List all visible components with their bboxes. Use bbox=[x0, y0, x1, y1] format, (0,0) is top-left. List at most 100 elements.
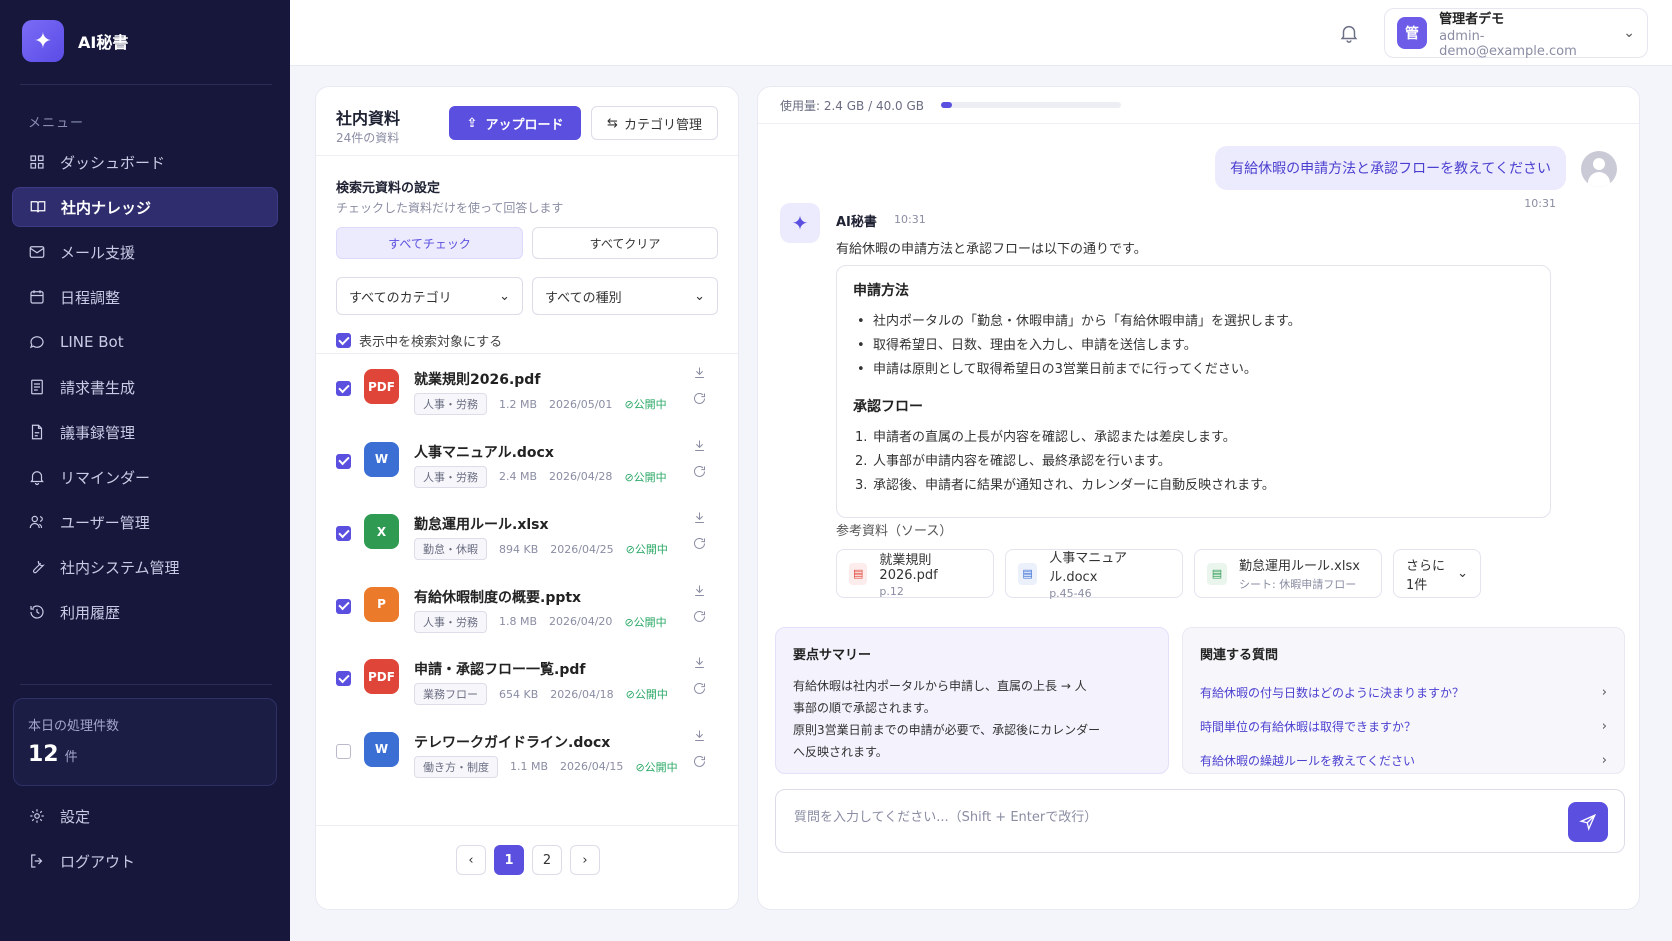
file-row[interactable]: PDF 就業規則2026.pdf 人事・労務 1.2 MB 2026/05/01 ⊘公開中 bbox=[316, 353, 738, 426]
refresh-icon[interactable] bbox=[692, 609, 708, 625]
sidebar-item-label: ダッシュボード bbox=[60, 153, 166, 172]
wrench-icon bbox=[28, 558, 46, 576]
file-row[interactable]: W テレワークガイドライン.docx 働き方・制度 1.1 MB 2026/04/15 ⊘… bbox=[316, 716, 738, 789]
show-as-search-target-checkbox[interactable] bbox=[336, 333, 351, 348]
sidebar-item-label: リマインダー bbox=[60, 468, 151, 487]
type-select[interactable]: すべての種別 ⌄ bbox=[532, 277, 718, 315]
sidebar: ✦ AI秘書 メニュー ダッシュボード 社内ナレッジ メール支援 日程調整 LINE B… bbox=[0, 0, 290, 941]
sidebar-item-1[interactable]: 社内ナレッジ bbox=[12, 187, 278, 227]
refresh-icon[interactable] bbox=[692, 391, 708, 407]
download-icon[interactable] bbox=[692, 655, 708, 671]
sidebar-bottom-item-0[interactable]: 設定 bbox=[12, 796, 278, 836]
upload-button[interactable]: ⇪ アップロード bbox=[449, 106, 581, 140]
sidebar-item-7[interactable]: リマインダー bbox=[12, 457, 278, 497]
file-size: 654 KB bbox=[499, 687, 539, 701]
sidebar-item-label: 利用履歴 bbox=[60, 603, 121, 622]
brand[interactable]: ✦ AI秘書 bbox=[22, 20, 128, 62]
sidebar-item-2[interactable]: メール支援 bbox=[12, 232, 278, 272]
list-item: 3. 承認後、申請者に結果が通知され、カレンダーに自動反映されます。 bbox=[853, 474, 1534, 498]
file-date: 2026/04/15 bbox=[560, 760, 624, 773]
file-checkbox[interactable] bbox=[336, 381, 351, 396]
clear-all-button[interactable]: すべてクリア bbox=[532, 227, 718, 259]
file-name: 勤怠運用ルール.xlsx bbox=[414, 517, 549, 533]
sidebar-item-0[interactable]: ダッシュボード bbox=[12, 142, 278, 182]
section-title-apply: 申請方法 bbox=[853, 283, 909, 299]
send-button[interactable] bbox=[1568, 802, 1608, 842]
sidebar-item-3[interactable]: 日程調整 bbox=[12, 277, 278, 317]
sliders-icon: ⇆ bbox=[607, 115, 618, 131]
prev-page-button[interactable]: ‹ bbox=[456, 845, 486, 875]
bell-icon[interactable] bbox=[1338, 22, 1362, 46]
refresh-icon[interactable] bbox=[692, 754, 708, 770]
sidebar-item-6[interactable]: 議事録管理 bbox=[12, 412, 278, 452]
next-page-button[interactable]: › bbox=[570, 845, 600, 875]
summary-line: へ反映されます。 bbox=[793, 745, 888, 759]
chat-panel: 使用量: 2.4 GB / 40.0 GB 有給休暇の申請方法と承認フローを教え… bbox=[757, 86, 1640, 910]
more-references-button[interactable]: さらに1件 ⌄ bbox=[1393, 549, 1481, 598]
file-row[interactable]: W 人事マニュアル.docx 人事・労務 2.4 MB 2026/04/28 ⊘公開中 bbox=[316, 426, 738, 499]
reference-card[interactable]: ▤ 就業規則2026.pdf p.12 bbox=[836, 549, 994, 598]
related-question[interactable]: 有給休暇の繰越ルールを教えてください › bbox=[1200, 743, 1607, 777]
summary-box: 要点サマリー 有給休暇は社内ポータルから申請し、直属の上長 → 人事部の順で承認… bbox=[775, 627, 1169, 774]
file-row[interactable]: X 勤怠運用ルール.xlsx 勤怠・休暇 894 KB 2026/04/25 ⊘公開中 bbox=[316, 498, 738, 571]
invoice-icon bbox=[28, 378, 46, 396]
file-list: PDF 就業規則2026.pdf 人事・労務 1.2 MB 2026/05/01 ⊘公開中… bbox=[316, 353, 738, 789]
sidebar-item-5[interactable]: 請求書生成 bbox=[12, 367, 278, 407]
download-icon[interactable] bbox=[692, 365, 708, 381]
download-icon[interactable] bbox=[692, 510, 708, 526]
download-icon[interactable] bbox=[692, 728, 708, 744]
page-button-2[interactable]: 2 bbox=[532, 845, 562, 875]
sidebar-item-label: 日程調整 bbox=[60, 288, 121, 307]
show-as-search-target[interactable]: 表示中を検索対象にする bbox=[336, 331, 502, 350]
daily-count-card: 本日の処理件数 12 件 bbox=[13, 698, 277, 786]
file-checkbox[interactable] bbox=[336, 671, 351, 686]
refresh-icon[interactable] bbox=[692, 536, 708, 552]
user-message: 有給休暇の申請方法と承認フローを教えてください bbox=[1215, 146, 1566, 190]
file-row[interactable]: PDF 申請・承認フロー一覧.pdf 業務フロー 654 KB 2026/04/18 ⊘公… bbox=[316, 643, 738, 716]
chat-input[interactable] bbox=[794, 810, 1494, 825]
file-checkbox[interactable] bbox=[336, 526, 351, 541]
related-question-text: 時間単位の有給休暇は取得できますか？ bbox=[1200, 719, 1417, 734]
chevron-down-icon: ⌄ bbox=[1457, 566, 1468, 581]
reference-location: p.45-46 bbox=[1049, 587, 1092, 600]
download-icon[interactable] bbox=[692, 583, 708, 599]
file-date: 2026/04/20 bbox=[549, 615, 613, 628]
avatar: 管 bbox=[1397, 17, 1428, 49]
category-manage-button[interactable]: ⇆ カテゴリ管理 bbox=[591, 106, 718, 140]
status-badge: ⊘公開中 bbox=[624, 470, 667, 484]
refresh-icon[interactable] bbox=[692, 681, 708, 697]
related-question-text: 有給休暇の繰越ルールを教えてください bbox=[1200, 753, 1416, 768]
category-select[interactable]: すべてのカテゴリ ⌄ bbox=[336, 277, 523, 315]
status-badge: ⊘公開中 bbox=[635, 760, 678, 774]
reference-location: p.12 bbox=[879, 585, 904, 598]
file-checkbox[interactable] bbox=[336, 598, 351, 614]
sidebar-item-10[interactable]: 利用履歴 bbox=[12, 592, 278, 632]
check-all-button[interactable]: すべてチェック bbox=[336, 227, 523, 259]
sidebar-item-8[interactable]: ユーザー管理 bbox=[12, 502, 278, 542]
history-icon bbox=[28, 603, 46, 621]
file-checkbox[interactable] bbox=[336, 453, 351, 469]
file-checkbox[interactable] bbox=[336, 743, 351, 759]
reference-card[interactable]: ▤ 勤怠運用ルール.xlsx シート: 休暇申請フロー bbox=[1194, 549, 1382, 598]
sidebar-item-label: 設定 bbox=[60, 807, 91, 826]
reference-card[interactable]: ▤ 人事マニュアル.docx p.45-46 bbox=[1005, 549, 1183, 600]
more-references-label: さらに1件 bbox=[1406, 558, 1446, 593]
user-menu[interactable]: 管 管理者デモ admin-demo@example.com ⌄ bbox=[1384, 8, 1648, 59]
file-size: 2.4 MB bbox=[499, 470, 538, 483]
file-type-icon: PDF bbox=[364, 369, 399, 404]
file-type-icon: W bbox=[364, 441, 399, 477]
list-item: 取得希望日、日数、理由を入力し、申請を送信します。 bbox=[853, 334, 1534, 358]
download-icon[interactable] bbox=[692, 438, 708, 454]
page-button-1[interactable]: 1 bbox=[494, 845, 524, 875]
file-category-tag: 人事・労務 bbox=[414, 610, 487, 633]
source-settings-title: 検索元資料の設定 bbox=[336, 181, 441, 196]
refresh-icon[interactable] bbox=[692, 464, 708, 480]
related-question[interactable]: 時間単位の有給休暇は取得できますか？ › bbox=[1200, 709, 1607, 743]
gear-icon bbox=[28, 807, 46, 825]
sidebar-item-9[interactable]: 社内システム管理 bbox=[12, 547, 278, 587]
file-row[interactable]: P 有給休暇制度の概要.pptx 人事・労務 1.8 MB 2026/04/20 ⊘公開中 bbox=[316, 571, 738, 644]
sidebar-bottom-item-1[interactable]: ログアウト bbox=[12, 841, 278, 881]
chevron-down-icon: ⌄ bbox=[499, 288, 510, 304]
sidebar-item-4[interactable]: LINE Bot bbox=[12, 322, 278, 362]
related-question[interactable]: 有給休暇の付与日数はどのように決まりますか？ › bbox=[1200, 675, 1607, 709]
